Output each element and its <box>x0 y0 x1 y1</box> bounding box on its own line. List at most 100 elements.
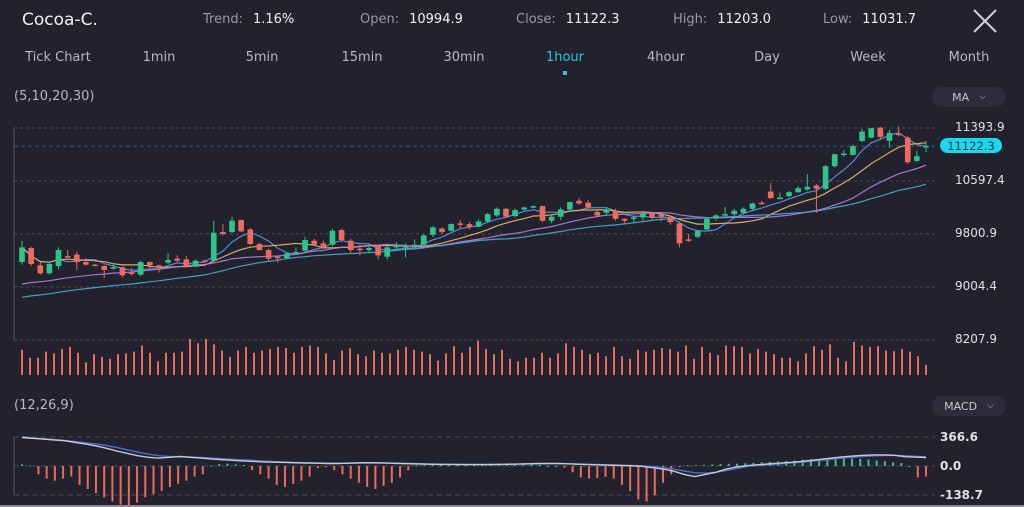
volume-bar <box>165 352 167 375</box>
volume-bar <box>261 350 263 375</box>
volume-bar <box>461 352 463 375</box>
candle-down <box>503 208 509 217</box>
macd-histogram-bar <box>201 466 204 475</box>
macd-histogram-bar <box>440 465 443 467</box>
macd-histogram-bar <box>53 466 56 481</box>
volume-bar <box>637 349 639 375</box>
volume-bar <box>757 349 759 375</box>
volume-bar <box>557 353 559 375</box>
candle-up <box>749 203 756 209</box>
volume-bar <box>829 344 831 375</box>
macd-histogram-bar <box>415 465 418 467</box>
volume-bar <box>453 346 455 375</box>
volume-bar <box>693 358 695 375</box>
volume-bar <box>157 361 159 375</box>
candle-down <box>877 127 884 137</box>
volume-bar <box>805 353 807 375</box>
macd-histogram-bar <box>637 466 640 500</box>
volume-bar <box>573 346 575 375</box>
volume-bar <box>253 352 255 375</box>
candle-up <box>283 253 290 259</box>
macd-histogram-bar <box>21 464 23 466</box>
candle-down <box>265 250 272 259</box>
volume-bar <box>749 353 751 375</box>
volume-bar <box>549 357 551 375</box>
volume-bar <box>893 351 895 375</box>
candle-down <box>347 240 354 251</box>
macd-histogram-bar <box>431 465 434 467</box>
volume-bar <box>533 357 535 375</box>
volume-bar <box>269 349 271 375</box>
candle-down <box>119 267 126 276</box>
volume-bar <box>605 356 607 375</box>
macd-histogram-bar <box>37 466 40 475</box>
candle-up <box>840 153 847 156</box>
macd-histogram-bar <box>620 466 623 485</box>
volume-bar <box>365 356 367 375</box>
volume-bar <box>925 364 927 375</box>
candle-up <box>137 262 144 275</box>
candle-up <box>557 209 564 217</box>
macd-histogram-bar <box>78 466 81 485</box>
volume-bar <box>701 346 703 375</box>
volume-bar <box>821 349 823 375</box>
candle-up <box>402 246 409 248</box>
volume-bar <box>765 351 767 375</box>
macd-histogram-bar <box>407 466 410 471</box>
macd-histogram-bar <box>111 466 114 502</box>
candle-down <box>576 200 582 204</box>
macd-histogram-bar <box>694 465 697 467</box>
volume-bar <box>61 349 63 375</box>
volume-bar <box>45 351 47 375</box>
volume-bar <box>69 346 71 375</box>
macd-histogram-bar <box>144 466 147 498</box>
candle-down <box>685 239 692 241</box>
candle-up <box>804 186 811 190</box>
macd-histogram-bar <box>645 466 648 502</box>
candle-up <box>293 252 299 254</box>
macd-histogram-bar <box>316 466 319 469</box>
volume-bar <box>213 344 215 375</box>
macd-histogram-bar <box>62 466 65 479</box>
volume-bar <box>381 352 383 375</box>
candle-up <box>548 216 555 221</box>
macd-histogram-bar <box>218 464 221 466</box>
volume-bar <box>141 345 143 375</box>
macd-histogram-bar <box>210 465 213 467</box>
volume-bar <box>917 356 919 375</box>
macd-dea-line <box>21 436 927 474</box>
macd-histogram-bar <box>185 466 188 481</box>
candle-up <box>868 128 875 138</box>
volume-bar <box>909 351 911 375</box>
volume-bar <box>733 346 735 375</box>
volume-bar <box>37 357 39 375</box>
volume-bar <box>581 349 583 375</box>
macd-histogram-bar <box>571 466 574 473</box>
volume-bar <box>661 348 663 375</box>
volume-bar <box>429 354 431 375</box>
candle-up <box>694 230 701 237</box>
volume-bar <box>117 354 119 375</box>
volume-bar <box>885 350 887 375</box>
candle-up <box>329 230 336 245</box>
candle-up <box>630 217 637 219</box>
candle-up <box>713 215 719 219</box>
macd-histogram-bar <box>267 466 270 479</box>
candle-up <box>430 227 436 235</box>
candle-down <box>895 133 902 136</box>
candle-down <box>904 137 911 163</box>
chart-canvas[interactable] <box>0 0 1024 507</box>
macd-histogram-bar <box>588 466 591 479</box>
macd-histogram-bar <box>579 466 582 478</box>
volume-bar <box>629 358 631 375</box>
candle-up <box>795 188 801 193</box>
candle-down <box>649 213 655 218</box>
volume-bar <box>21 349 23 375</box>
candle-up <box>640 213 646 218</box>
volume-bar <box>517 361 519 375</box>
candle-down <box>64 256 71 258</box>
macd-histogram-bar <box>333 466 336 471</box>
candle-down <box>466 224 473 227</box>
candle-up <box>110 267 117 269</box>
macd-histogram-bar <box>177 466 180 484</box>
